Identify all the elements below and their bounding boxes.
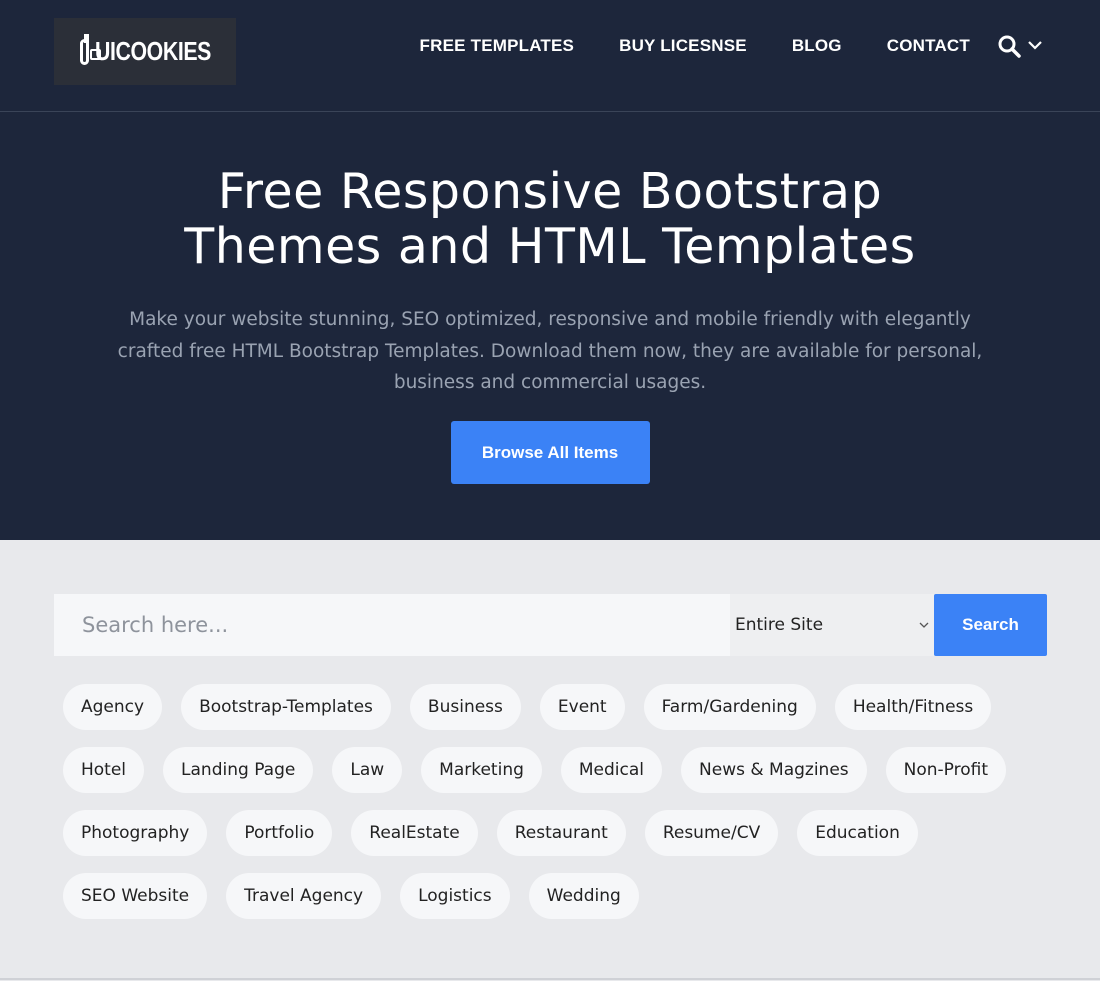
tag-row: Agency Bootstrap-Templates Business Even… (63, 684, 1053, 730)
hero-title-line2: Themes and HTML Templates (184, 218, 916, 275)
tag-event[interactable]: Event (539, 684, 625, 730)
nav-buy-license[interactable]: BUY LICESNSE (619, 36, 747, 56)
search-icon[interactable] (997, 34, 1021, 58)
tag-bootstrap-templates[interactable]: Bootstrap-Templates (181, 684, 391, 730)
tag-business[interactable]: Business (409, 684, 521, 730)
search-input[interactable] (54, 594, 730, 656)
nav-free-templates[interactable]: FREE TEMPLATES (420, 36, 575, 56)
search-button[interactable]: Search (934, 594, 1047, 656)
search-scope-select[interactable]: Entire Site (730, 594, 934, 656)
nav-contact[interactable]: CONTACT (887, 36, 970, 56)
tag-education[interactable]: Education (797, 810, 918, 856)
hero: Free Responsive Bootstrap Themes and HTM… (0, 164, 1100, 484)
tag-farm-gardening[interactable]: Farm/Gardening (643, 684, 816, 730)
chevron-down-icon (919, 622, 929, 628)
hero-title: Free Responsive Bootstrap Themes and HTM… (0, 164, 1100, 274)
divider (0, 978, 1100, 980)
tag-wedding[interactable]: Wedding (528, 873, 639, 919)
search-scope-value: Entire Site (735, 615, 824, 635)
main-nav: FREE TEMPLATES BUY LICESNSE BLOG CONTACT (420, 36, 970, 56)
tag-travel-agency[interactable]: Travel Agency (226, 873, 382, 919)
tag-news-magazines[interactable]: News & Magzines (681, 747, 867, 793)
hero-title-line1: Free Responsive Bootstrap (217, 163, 883, 220)
tag-non-profit[interactable]: Non-Profit (885, 747, 1007, 793)
nav-blog[interactable]: BLOG (792, 36, 842, 56)
hero-subtitle: Make your website stunning, SEO optimize… (117, 309, 983, 393)
tag-restaurant[interactable]: Restaurant (496, 810, 626, 856)
tag-portfolio[interactable]: Portfolio (226, 810, 333, 856)
tag-resume-cv[interactable]: Resume/CV (644, 810, 779, 856)
tag-photography[interactable]: Photography (63, 810, 208, 856)
tag-medical[interactable]: Medical (560, 747, 663, 793)
tag-row: Hotel Landing Page Law Marketing Medical… (63, 747, 1053, 793)
category-tags: Agency Bootstrap-Templates Business Even… (63, 684, 1053, 936)
tag-row: SEO Website Travel Agency Logistics Wedd… (63, 873, 1053, 919)
tag-agency[interactable]: Agency (63, 684, 163, 730)
tag-row: Photography Portfolio RealEstate Restaur… (63, 810, 1053, 856)
search-bar: Entire Site Search (54, 594, 1047, 656)
navbar: UICOOKIES FREE TEMPLATES BUY LICESNSE BL… (0, 0, 1100, 112)
logo[interactable]: UICOOKIES (54, 18, 236, 85)
logo-text: UICOOKIES (94, 36, 211, 66)
tag-law[interactable]: Law (332, 747, 403, 793)
tag-landing-page[interactable]: Landing Page (163, 747, 314, 793)
hero-section: UICOOKIES FREE TEMPLATES BUY LICESNSE BL… (0, 0, 1100, 540)
logo-icon (80, 33, 101, 65)
tag-hotel[interactable]: Hotel (63, 747, 145, 793)
chevron-down-icon[interactable] (1027, 39, 1043, 51)
tag-marketing[interactable]: Marketing (421, 747, 542, 793)
tag-logistics[interactable]: Logistics (400, 873, 510, 919)
tag-realestate[interactable]: RealEstate (351, 810, 478, 856)
tag-health-fitness[interactable]: Health/Fitness (834, 684, 992, 730)
browse-all-button[interactable]: Browse All Items (450, 420, 650, 484)
tag-seo-website[interactable]: SEO Website (63, 873, 208, 919)
